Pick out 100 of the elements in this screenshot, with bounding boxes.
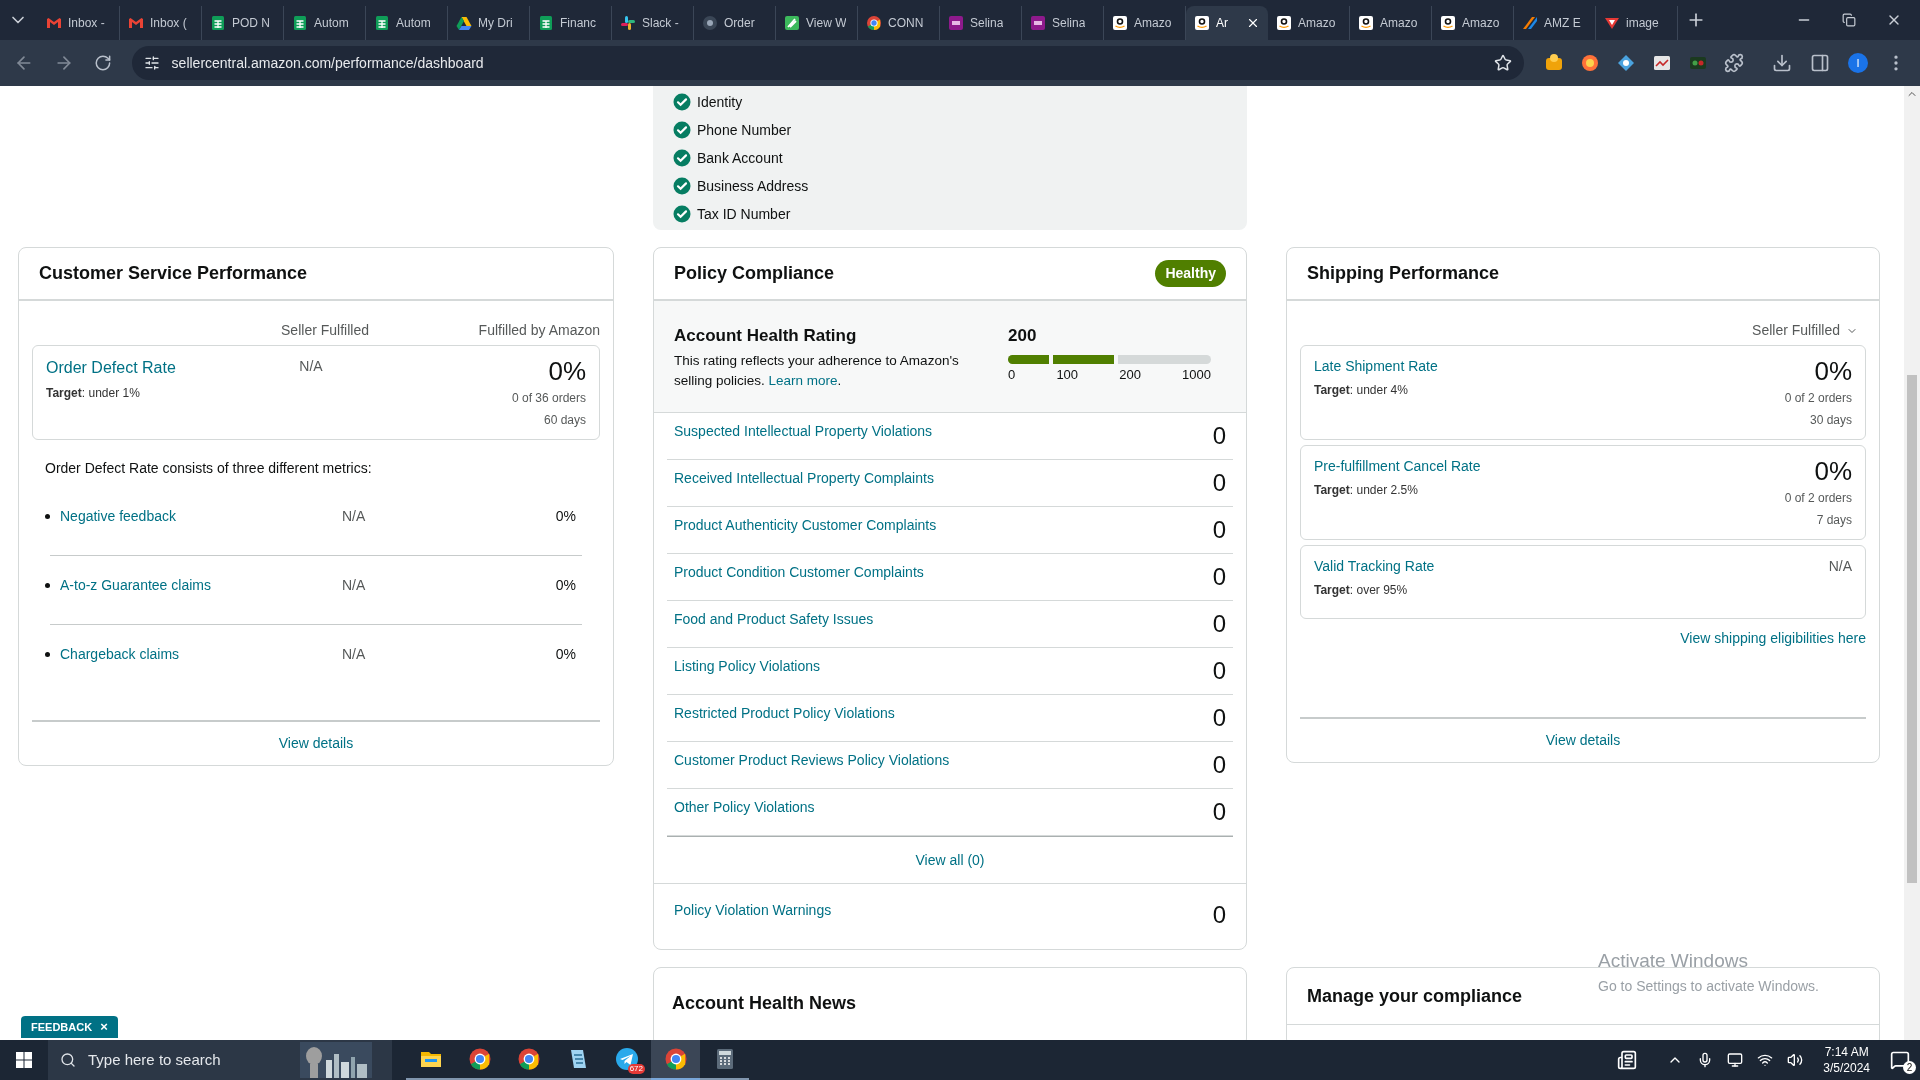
card-title: Policy Compliance [674, 262, 835, 285]
side-panel-icon[interactable] [1810, 53, 1830, 73]
tile-icon [948, 15, 964, 31]
metric-value: 0% [1814, 356, 1852, 386]
metric-value: 0% [1814, 456, 1852, 486]
scale-label: 1000 [1182, 365, 1211, 384]
taskbar-search-field[interactable]: Type here to search [48, 1040, 392, 1080]
clock-date[interactable]: 3/5/2024 [1823, 1060, 1870, 1076]
site-info-icon[interactable] [143, 55, 160, 71]
view-details-link[interactable]: View details [1545, 730, 1621, 751]
smile-icon [1358, 15, 1374, 31]
extensions-icon[interactable] [1724, 53, 1744, 73]
download-icon[interactable] [1772, 53, 1792, 73]
metric-value: 0% [555, 645, 577, 664]
violation-link[interactable]: Customer Product Reviews Policy Violations [674, 750, 950, 788]
verification-item: Phone Number [697, 120, 792, 140]
skyline-drawing [300, 1042, 372, 1078]
extension-icon[interactable] [1616, 53, 1636, 73]
violation-count: 0 [1212, 468, 1226, 498]
card-title: Customer Service Performance [39, 262, 308, 285]
chrome-icon [866, 15, 882, 31]
metric-value: N/A [299, 357, 323, 376]
metric-link[interactable]: Late Shipment Rate [1314, 356, 1438, 377]
address-bar[interactable]: sellercentral.amazon.com/performance/dashboard [131, 46, 1524, 80]
metric-link[interactable]: Valid Tracking Rate [1314, 556, 1435, 577]
smile-icon [1276, 15, 1292, 31]
restore-icon[interactable] [1842, 13, 1856, 27]
period-text: 7 days [1816, 512, 1852, 529]
extension-icon[interactable] [1652, 53, 1672, 73]
violation-count: 0 [1212, 750, 1226, 780]
violation-link[interactable]: Food and Product Safety Issues [674, 609, 874, 647]
violation-link[interactable]: Product Condition Customer Complaints [674, 562, 924, 600]
reload-icon[interactable] [93, 54, 112, 72]
news-icon[interactable] [1617, 1050, 1638, 1070]
order-count: 0 of 2 orders [1784, 390, 1852, 407]
target-text: Target: under 1% [46, 385, 141, 402]
verification-item: Tax ID Number [697, 204, 791, 224]
taskbar-app[interactable] [651, 1040, 700, 1080]
scrollbar-thumb[interactable] [1907, 375, 1917, 883]
violation-link[interactable]: Received Intellectual Property Complaints [674, 468, 934, 506]
violation-link[interactable]: Suspected Intellectual Property Violations [674, 421, 933, 459]
volume-icon[interactable] [1787, 1052, 1804, 1068]
stripe-icon [1522, 15, 1538, 31]
profile-avatar[interactable]: I [1848, 53, 1868, 73]
shipping-eligibilities-link[interactable]: View shipping eligibilities here [1680, 628, 1866, 649]
smile-icon [1194, 15, 1210, 31]
notifications-icon[interactable] [1890, 1050, 1910, 1070]
activation-hint: Go to Settings to activate Windows. [1598, 976, 1819, 996]
unread-badge: 672 [627, 1064, 645, 1074]
intro-text: Order Defect Rate consists of three different metrics: [44, 459, 373, 478]
smile-icon [1112, 15, 1128, 31]
violation-count: 0 [1212, 703, 1226, 733]
metric-link[interactable]: Order Defect Rate [46, 356, 236, 380]
target-text: Target: over 95% [1314, 582, 1409, 599]
leaf-icon [784, 15, 800, 31]
warnings-link[interactable]: Policy Violation Warnings [674, 900, 832, 949]
card-title: Manage your compliance [1307, 984, 1523, 1008]
mail-icon [128, 15, 144, 31]
learn-more-link[interactable]: Learn more [768, 372, 838, 388]
notification-count: 2 [1903, 1061, 1916, 1074]
metric-link[interactable]: Negative feedback [60, 505, 176, 527]
scale-label: 100 [1056, 365, 1079, 384]
clock-time[interactable]: 7:14 AM [1824, 1044, 1869, 1060]
scale-label: 200 [1119, 365, 1141, 384]
bookmark-star-icon[interactable] [1494, 54, 1512, 72]
view-all-link[interactable]: View all (0) [915, 849, 985, 871]
view-details-link[interactable]: View details [278, 733, 354, 754]
target-text: Target: under 4% [1314, 382, 1409, 399]
extension-icon[interactable] [1580, 53, 1600, 73]
period-text: 30 days [1809, 412, 1852, 429]
network-icon[interactable] [1757, 1052, 1774, 1068]
column-header: Seller Fulfilled [281, 321, 369, 340]
chrome-icon [516, 1047, 541, 1071]
metric-value: 0% [555, 506, 577, 526]
violation-link[interactable]: Product Authenticity Customer Complaints [674, 515, 937, 553]
windows-logo-icon[interactable] [16, 1052, 32, 1068]
fulfillment-dropdown[interactable]: Seller Fulfilled [1752, 320, 1858, 341]
close-feedback[interactable]: × [100, 1017, 108, 1037]
extension-icon[interactable] [1544, 53, 1564, 73]
triangle-icon [1604, 15, 1620, 31]
chrome-icon [467, 1047, 492, 1071]
metric-link[interactable]: A-to-z Guarantee claims [60, 574, 211, 596]
search-icon [60, 1052, 76, 1068]
close-tab-icon[interactable] [1246, 16, 1260, 30]
order-count: 0 of 36 orders [511, 390, 586, 407]
warnings-count: 0 [1212, 900, 1226, 930]
violation-link[interactable]: Restricted Product Policy Violations [674, 703, 895, 741]
card-title: Account Health News [672, 993, 857, 1013]
violation-link[interactable]: Other Policy Violations [674, 797, 815, 835]
browser-tab[interactable]: Ar [1186, 6, 1268, 40]
rating-description: This rating reflects your adherence to Amazon's selling policies. Learn more. [674, 351, 960, 390]
chrome-icon [663, 1047, 688, 1071]
verification-item: Bank Account [697, 148, 783, 168]
scale-label: 0 [1008, 365, 1016, 384]
display-icon[interactable] [1727, 1052, 1744, 1068]
metric-link[interactable]: Chargeback claims [60, 644, 180, 665]
feedback-tab[interactable]: FEEDBACK [31, 1018, 93, 1036]
card-title: Shipping Performance [1307, 262, 1500, 285]
violation-link[interactable]: Listing Policy Violations [674, 656, 821, 694]
metric-link[interactable]: Pre-fulfillment Cancel Rate [1314, 456, 1481, 477]
